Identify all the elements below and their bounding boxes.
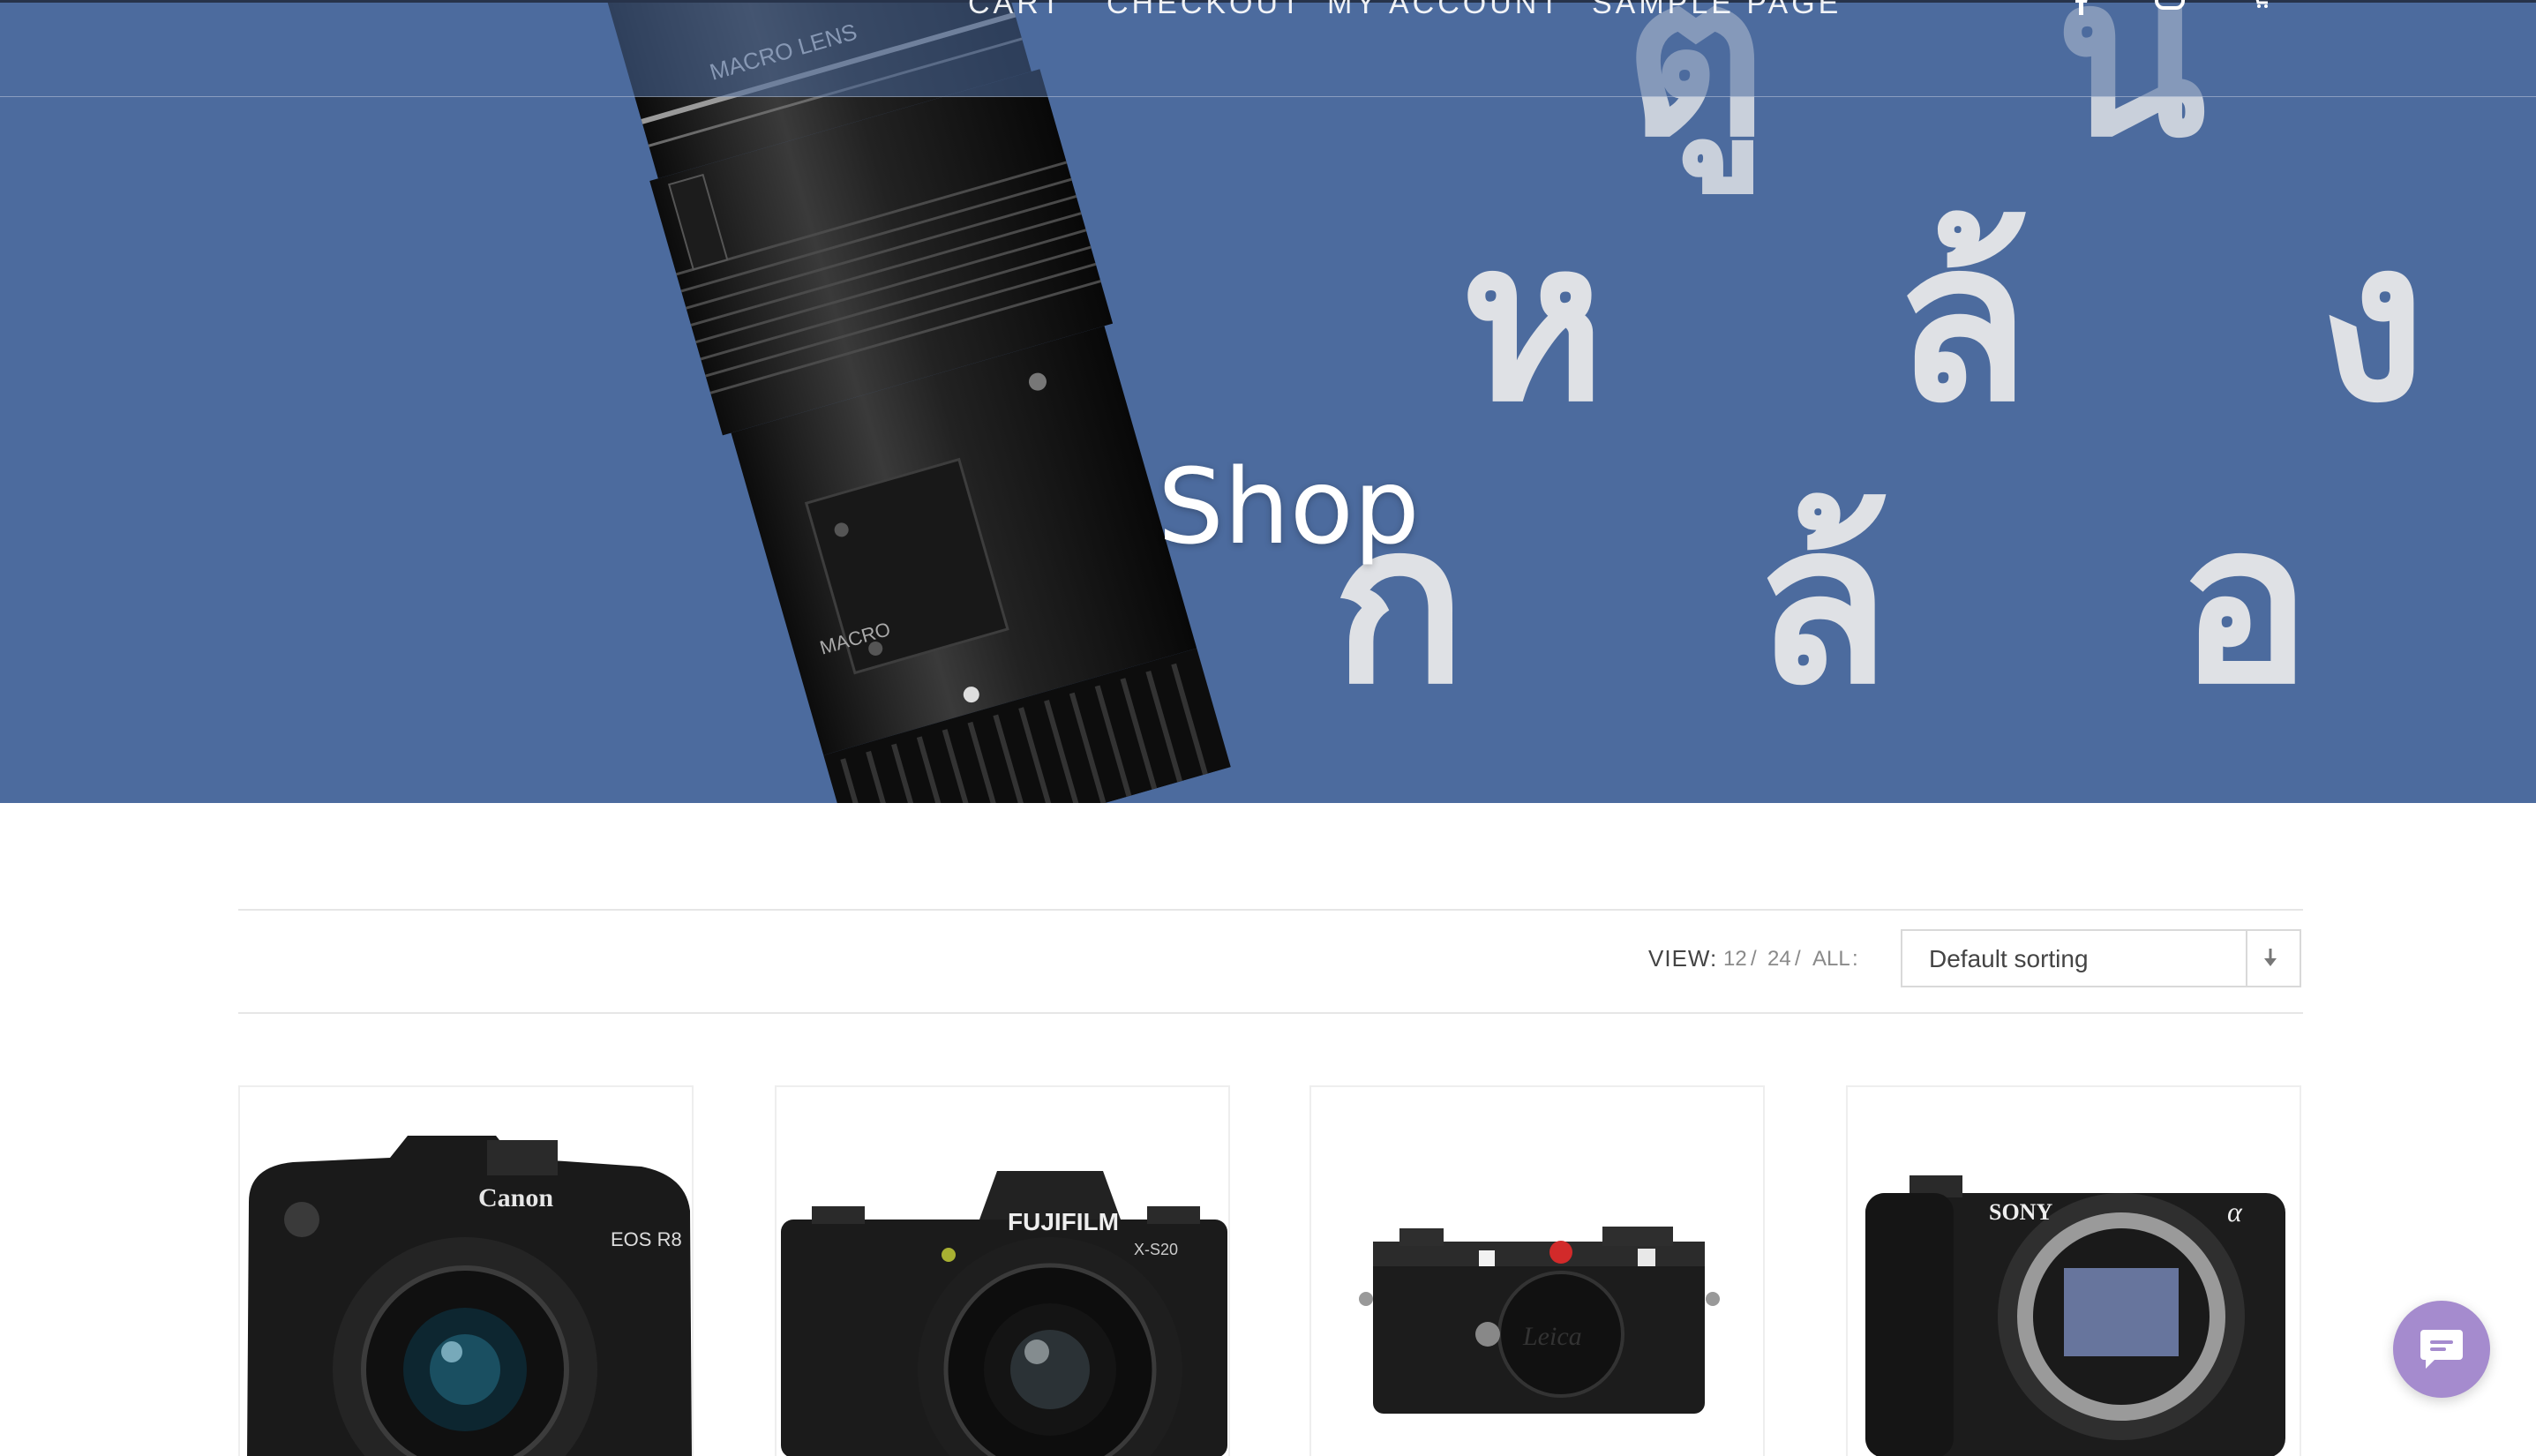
nav-sample-page[interactable]: SAMPLE PAGE bbox=[1592, 0, 1842, 21]
product-image-leica: Leica bbox=[1359, 1227, 1720, 1414]
top-navigation: CART CHECKOUT MY ACCOUNT SAMPLE PAGE bbox=[0, 0, 2536, 97]
view-separator: / bbox=[1795, 947, 1801, 971]
model-label: X-S20 bbox=[1134, 1241, 1178, 1258]
divider-top bbox=[238, 909, 2303, 911]
product-card-leica[interactable]: Leica bbox=[1309, 1085, 1765, 1456]
model-label: EOS R8 bbox=[611, 1228, 682, 1250]
sort-dropdown[interactable]: Default sorting bbox=[1901, 929, 2301, 987]
view-option-12[interactable]: 12 bbox=[1723, 947, 1747, 972]
view-separator: / bbox=[1751, 947, 1757, 971]
sort-selected-value: Default sorting bbox=[1929, 945, 2089, 972]
lens-image: MACRO LENS MACRO bbox=[604, 0, 1231, 803]
hero-banner: ตู้ น ห ล้ ง ก ล้ อ ง MACRO LENS MACRO bbox=[0, 0, 2536, 803]
model-label: α bbox=[2227, 1196, 2243, 1227]
view-option-24[interactable]: 24 bbox=[1767, 947, 1791, 972]
divider-bottom bbox=[238, 1012, 2303, 1014]
hero-watermark-line-2: ห ล้ ง bbox=[1460, 193, 2532, 450]
instagram-icon[interactable] bbox=[2155, 0, 2185, 16]
product-card-fujifilm[interactable]: FUJIFILM X-S20 bbox=[775, 1085, 1230, 1456]
product-image-fujifilm: FUJIFILM X-S20 bbox=[781, 1171, 1227, 1456]
brand-label: Canon bbox=[478, 1183, 553, 1212]
view-option-all[interactable]: ALL bbox=[1812, 947, 1850, 972]
product-image-sony: SONY α bbox=[1865, 1175, 2285, 1456]
arrow-down-icon bbox=[2260, 943, 2281, 978]
nav-cart[interactable]: CART bbox=[968, 0, 1063, 21]
sort-divider bbox=[2246, 931, 2247, 986]
hero-watermark-line-3: ก ล้ อ ง bbox=[1332, 476, 2536, 732]
view-label: VIEW: bbox=[1648, 945, 1718, 972]
nav-checkout[interactable]: CHECKOUT bbox=[1107, 0, 1303, 21]
facebook-icon[interactable] bbox=[2072, 0, 2091, 19]
chat-icon bbox=[2420, 1330, 2463, 1369]
product-card-canon[interactable]: Canon EOS R8 bbox=[238, 1085, 694, 1456]
nav-my-account[interactable]: MY ACCOUNT bbox=[1327, 0, 1562, 21]
cart-icon[interactable] bbox=[2250, 0, 2271, 16]
brand-label: SONY bbox=[1989, 1199, 2052, 1225]
brand-label: FUJIFILM bbox=[1008, 1208, 1119, 1235]
brand-label: Leica bbox=[1522, 1322, 1582, 1351]
chat-button[interactable] bbox=[2393, 1301, 2490, 1398]
view-suffix: : bbox=[1852, 947, 1858, 971]
product-card-sony[interactable]: SONY α bbox=[1846, 1085, 2301, 1456]
product-image-canon: Canon EOS R8 bbox=[247, 1136, 692, 1456]
page-title: Shop bbox=[1158, 446, 1420, 567]
